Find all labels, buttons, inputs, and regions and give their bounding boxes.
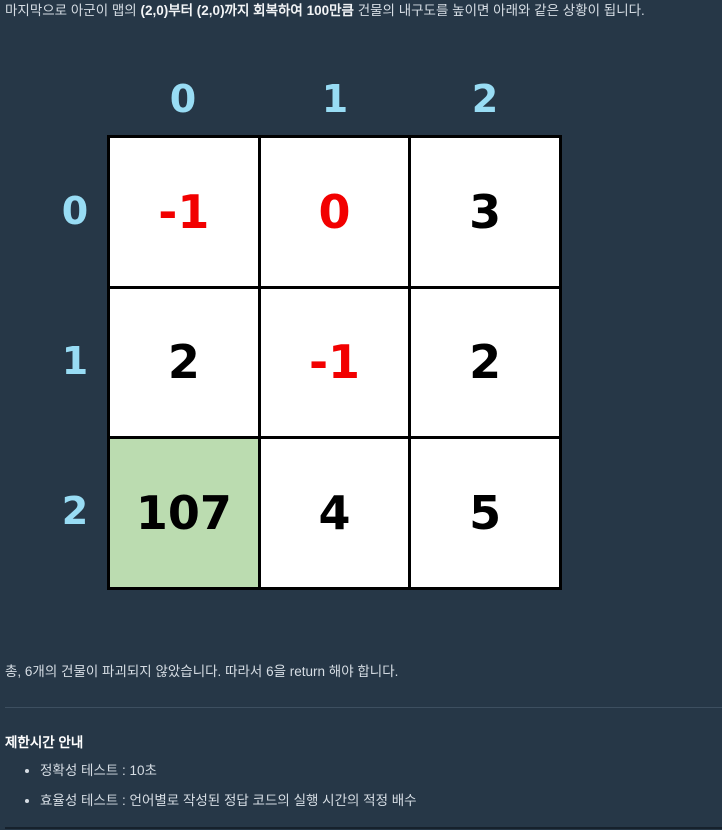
list-item: 정확성 테스트 : 10초: [40, 762, 417, 780]
list-item: 효율성 테스트 : 언어별로 작성된 정답 코드의 실행 시간의 적정 배수: [40, 792, 417, 810]
grid-cell-2-1: 4: [260, 439, 409, 587]
column-label-1: 1: [321, 77, 349, 121]
summary-text: 총, 6개의 건물이 파괴되지 않았습니다. 따라서 6을 return 해야 …: [5, 664, 399, 679]
column-label-0: 0: [169, 77, 197, 121]
row-label-1: 1: [61, 339, 89, 383]
row-label-2: 2: [61, 489, 89, 533]
grid-cell-2-2: 5: [411, 439, 559, 587]
intro-part2: 건물의 내구도를 높이면 아래와 같은 상황이 됩니다.: [353, 3, 645, 18]
section-divider: [5, 707, 722, 708]
grid-cell-1-1: -1: [260, 288, 409, 437]
grid-cell-1-2: 2: [411, 288, 559, 437]
durability-grid: -1 0 3 2 -1 2 107 4 5: [107, 135, 562, 590]
grid-cell-2-0: 107: [110, 439, 258, 587]
column-label-2: 2: [471, 77, 499, 121]
bottom-divider: [5, 827, 722, 829]
time-limit-list: 정확성 테스트 : 10초 효율성 테스트 : 언어별로 작성된 정답 코드의 …: [22, 762, 417, 822]
time-limit-title: 제한시간 안내: [5, 735, 84, 750]
grid-cell-0-1: 0: [260, 138, 409, 286]
grid-cell-0-0: -1: [110, 138, 258, 286]
grid-cell-0-2: 3: [411, 138, 559, 286]
row-label-0: 0: [61, 189, 89, 233]
intro-text: 마지막으로 아군이 맵의 (2,0)부터 (2,0)까지 회복하여 100만큼 …: [5, 2, 645, 20]
intro-part1: 마지막으로 아군이 맵의: [5, 3, 141, 18]
grid-cell-1-0: 2: [110, 288, 258, 437]
intro-bold: (2,0)부터 (2,0)까지 회복하여 100만큼: [140, 3, 354, 18]
